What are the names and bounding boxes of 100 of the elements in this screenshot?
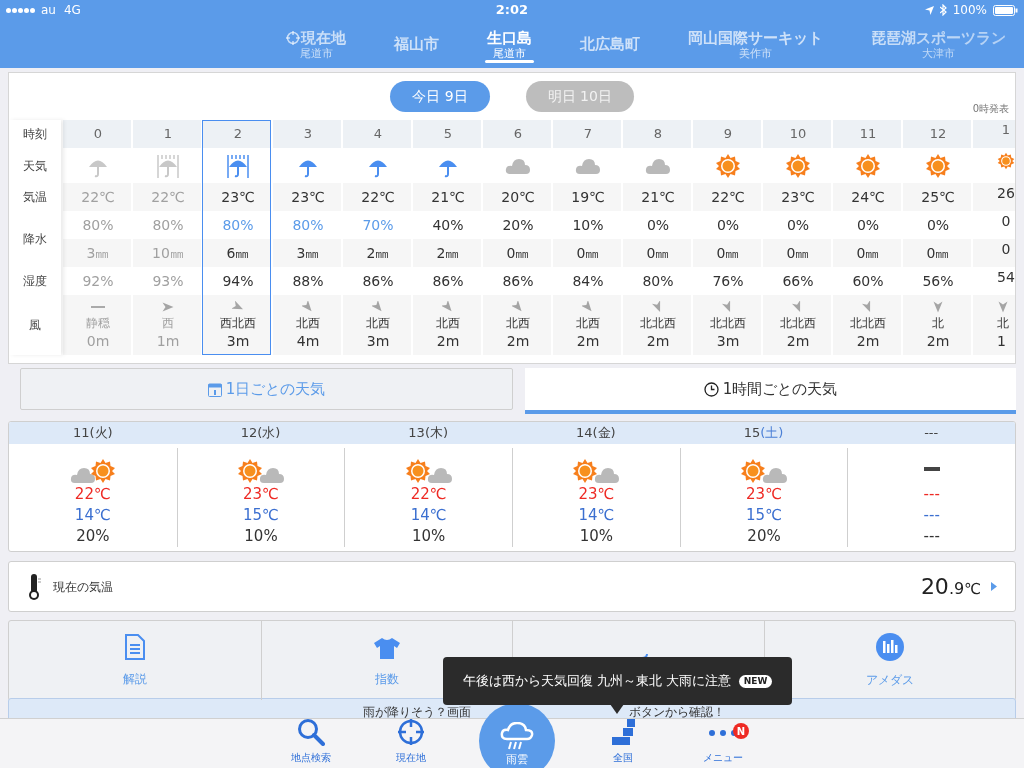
row-label: 降水 bbox=[23, 231, 47, 248]
precipitation-chance: 70% bbox=[362, 215, 394, 235]
bar-chart-icon bbox=[875, 632, 904, 661]
hour-label: 4 bbox=[373, 125, 383, 144]
wind-direction: 北西 bbox=[366, 315, 390, 331]
location-name: 現在地 bbox=[301, 28, 346, 47]
clock: 2:02 bbox=[495, 1, 529, 20]
high-temperature: 23℃ bbox=[746, 484, 782, 505]
view-tab[interactable]: 1日ごとの天気 bbox=[20, 368, 513, 410]
hour-label: 7 bbox=[583, 125, 593, 144]
carrier-label: au bbox=[41, 2, 56, 19]
japan-map-icon bbox=[609, 718, 637, 746]
location-tab[interactable]: 岡山国際サーキット 美作市 bbox=[664, 20, 847, 68]
cloud-icon bbox=[426, 466, 453, 484]
wind-arrow-icon bbox=[512, 301, 524, 313]
precipitation-chance: 10% bbox=[579, 526, 613, 547]
hour-label: 2 bbox=[233, 125, 243, 144]
precipitation-chance: 80% bbox=[82, 215, 114, 235]
temperature: 24℃ bbox=[851, 187, 885, 207]
location-city: 尾道市 bbox=[299, 46, 333, 60]
precipitation-amount: 6㎜ bbox=[226, 243, 250, 263]
thermometer-icon bbox=[27, 572, 41, 601]
wind-speed: 2m bbox=[926, 332, 950, 350]
precipitation-chance: 80% bbox=[152, 215, 184, 235]
location-tab[interactable]: 現在地 尾道市 bbox=[262, 20, 370, 68]
rain-cloud-icon bbox=[500, 721, 534, 750]
view-tab[interactable]: 1時間ごとの天気 bbox=[525, 368, 1016, 414]
battery-icon bbox=[993, 4, 1018, 16]
wind-direction: 北 bbox=[997, 315, 1009, 331]
cloud-icon bbox=[505, 156, 531, 175]
crosshair-icon bbox=[397, 718, 425, 746]
hour-label: 11 bbox=[859, 125, 877, 144]
clock-icon bbox=[703, 381, 719, 397]
sun-icon bbox=[785, 152, 811, 179]
tab-bar-item[interactable]: N メニュー bbox=[691, 719, 755, 768]
precipitation-amount: 0㎜ bbox=[856, 243, 880, 263]
high-temperature: 23℃ bbox=[243, 484, 279, 505]
tab-bar-item[interactable]: 現在地 bbox=[379, 719, 443, 768]
temperature: 23℃ bbox=[781, 187, 815, 207]
heavy-rain-icon bbox=[155, 152, 181, 179]
wind-arrow-icon bbox=[932, 301, 944, 313]
search-icon bbox=[297, 718, 325, 746]
low-temperature: 15℃ bbox=[243, 505, 279, 526]
day-date: 13 bbox=[408, 424, 425, 443]
humidity: 94% bbox=[222, 271, 254, 291]
location-name: 岡山国際サーキット bbox=[688, 28, 823, 47]
hour-label: 12 bbox=[929, 125, 947, 144]
sun-icon bbox=[855, 152, 881, 179]
menu-tile[interactable]: 解説 bbox=[9, 621, 261, 700]
location-tab[interactable]: 生口島 尾道市 bbox=[463, 20, 556, 68]
issued-time: 0時発表 bbox=[972, 102, 1009, 116]
humidity: 93% bbox=[152, 271, 184, 291]
location-tab[interactable]: 琵琶湖スポーツラン 大津市 bbox=[847, 20, 1024, 68]
temperature: 22℃ bbox=[151, 187, 185, 207]
precipitation-chance: 0% bbox=[646, 215, 670, 235]
location-tab[interactable]: 福山市 bbox=[370, 20, 463, 68]
tab-bar-item[interactable]: 全国 bbox=[591, 719, 655, 768]
new-badge: NEW bbox=[738, 674, 773, 688]
humidity: 84% bbox=[572, 271, 604, 291]
day-weekday: (金) bbox=[592, 424, 616, 443]
calm-dash-icon bbox=[91, 305, 105, 309]
precipitation-chance: 0% bbox=[786, 215, 810, 235]
day-tab[interactable]: 今日 9日 bbox=[390, 81, 490, 112]
precipitation-amount: 3㎜ bbox=[86, 243, 110, 263]
hour-label: 1 bbox=[163, 125, 173, 144]
location-tab[interactable]: 北広島町 bbox=[556, 20, 664, 68]
wind-arrow-icon bbox=[582, 301, 594, 313]
location-name: 北広島町 bbox=[580, 35, 640, 53]
network-label: 4G bbox=[63, 2, 81, 19]
wind-direction: 北北西 bbox=[710, 315, 746, 331]
wind-direction: 西北西 bbox=[220, 315, 256, 331]
precipitation-amount: 3㎜ bbox=[296, 243, 320, 263]
tab-bar-item[interactable]: 地点検索 bbox=[279, 719, 343, 768]
high-temperature: 23℃ bbox=[578, 484, 615, 505]
precipitation-chance: 10% bbox=[244, 526, 278, 547]
wind-speed: 4m bbox=[296, 332, 320, 350]
temperature: 23℃ bbox=[291, 187, 325, 207]
wind-speed: 3m bbox=[226, 332, 250, 350]
humidity: 76% bbox=[712, 271, 744, 291]
precipitation-amount: 0㎜ bbox=[506, 243, 530, 263]
precipitation-amount: 10㎜ bbox=[152, 243, 184, 263]
wind-direction: 北北西 bbox=[780, 315, 816, 331]
battery-percent: 100% bbox=[952, 2, 987, 19]
wind-direction: 北西 bbox=[296, 315, 320, 331]
wind-speed: 1 bbox=[997, 332, 1006, 350]
wind-direction: 西 bbox=[162, 315, 174, 331]
humidity: 54 bbox=[997, 268, 1015, 287]
cloud-icon bbox=[259, 466, 285, 484]
temperature: 23℃ bbox=[221, 187, 255, 207]
location-city: 尾道市 bbox=[493, 46, 526, 60]
day-weekday: (木) bbox=[424, 424, 449, 443]
row-label: 湿度 bbox=[23, 273, 47, 290]
low-temperature: 14℃ bbox=[410, 505, 447, 526]
day-date: 11 bbox=[73, 424, 90, 443]
current-temperature-row[interactable]: 現在の気温 20.9℃ bbox=[8, 561, 1016, 612]
sun-icon bbox=[715, 152, 741, 179]
row-label: 天気 bbox=[23, 157, 47, 175]
temperature: 22℃ bbox=[711, 187, 745, 207]
temperature: 20℃ bbox=[501, 187, 535, 207]
document-icon bbox=[123, 633, 146, 660]
